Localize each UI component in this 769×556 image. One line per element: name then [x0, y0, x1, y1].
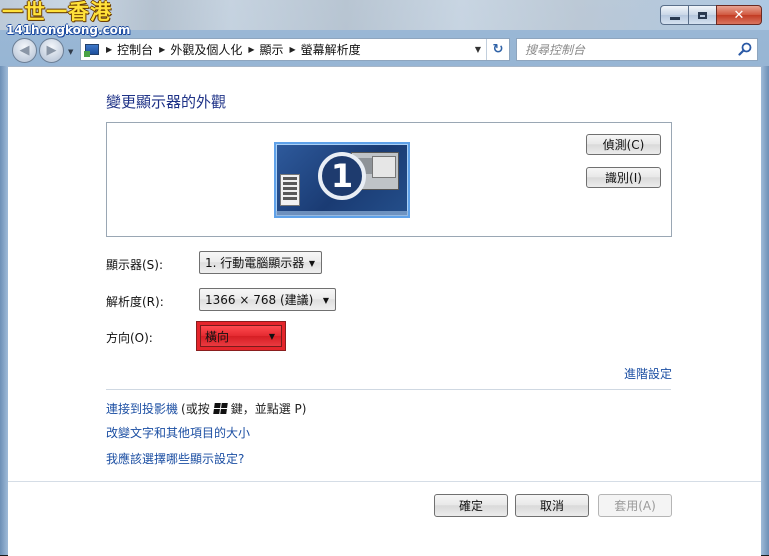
refresh-button[interactable]: ↻ — [486, 39, 509, 60]
display-select-value: 1. 行動電腦顯示器 — [205, 256, 305, 270]
orientation-select-value: 橫向 — [205, 329, 230, 344]
orientation-highlight: 橫向 ▼ — [196, 321, 286, 351]
watermark-title: 一世一香港 — [2, 0, 112, 24]
monitor-desktop-sidebar — [280, 174, 300, 206]
minimize-icon — [669, 16, 680, 20]
monitor-1[interactable]: 1 — [274, 142, 410, 218]
display-preview: 1 偵測(C) 識別(I) — [106, 122, 672, 237]
monitor-taskbar — [276, 211, 408, 216]
cancel-button[interactable]: 取消 — [515, 494, 589, 517]
address-bar[interactable]: ▶ 控制台 ▶ 外觀及個人化 ▶ 顯示 ▶ 螢幕解析度 ▼ ↻ — [80, 38, 510, 61]
advanced-settings-link[interactable]: 進階設定 — [624, 365, 672, 382]
orientation-label: 方向(O): — [106, 331, 153, 345]
chevron-down-icon: ▼ — [268, 332, 275, 341]
resolution-select[interactable]: 1366 × 768 (建議) ▼ — [199, 288, 336, 311]
maximize-button[interactable] — [688, 5, 716, 25]
breadcrumb-display[interactable]: 顯示 — [260, 41, 284, 58]
apply-button[interactable]: 套用(A) — [598, 494, 672, 517]
chevron-down-icon: ▼ — [308, 259, 315, 268]
window-border-right — [761, 66, 769, 555]
chevron-down-icon: ▼ — [322, 296, 329, 305]
footer-divider — [8, 481, 761, 482]
chevron-right-icon[interactable]: ▶ — [106, 45, 112, 54]
breadcrumb-screen-resolution[interactable]: 螢幕解析度 — [301, 41, 361, 58]
identify-button[interactable]: 識別(I) — [586, 167, 661, 188]
breadcrumb-appearance[interactable]: 外觀及個人化 — [170, 41, 242, 58]
caption-buttons: ✕ — [660, 5, 762, 25]
maximize-icon — [698, 11, 707, 19]
resolution-select-value: 1366 × 768 (建議) — [205, 293, 314, 307]
refresh-icon: ↻ — [492, 42, 504, 57]
back-button[interactable]: ◀ — [12, 38, 37, 63]
connect-projector-link[interactable]: 連接到投影機 — [106, 400, 178, 417]
resolution-label: 解析度(R): — [106, 295, 164, 309]
page-title: 變更顯示器的外觀 — [106, 93, 227, 111]
search-box[interactable] — [516, 38, 758, 61]
forward-button[interactable]: ▶ — [39, 38, 64, 63]
content-pane: 變更顯示器的外觀 1 偵測(C) 識別(I) 顯示器(S): 1. 行動電腦顯示… — [8, 66, 761, 556]
forward-arrow-icon: ▶ — [46, 43, 57, 58]
text-size-link[interactable]: 改變文字和其他項目的大小 — [106, 424, 250, 441]
chevron-right-icon[interactable]: ▶ — [248, 45, 254, 54]
control-panel-icon — [84, 43, 100, 57]
projector-row: 連接到投影機 (或按 鍵，並點選 P) — [106, 400, 306, 417]
minimize-button[interactable] — [660, 5, 688, 25]
projector-note-prefix: (或按 — [181, 402, 210, 416]
search-icon[interactable] — [738, 42, 752, 56]
orientation-select[interactable]: 橫向 ▼ — [200, 325, 282, 347]
ok-button[interactable]: 確定 — [434, 494, 508, 517]
chevron-right-icon[interactable]: ▶ — [290, 45, 296, 54]
watermark-subtitle: 141hongkong.com — [6, 23, 131, 37]
breadcrumb-control-panel[interactable]: 控制台 — [117, 41, 153, 58]
nav-buttons: ◀ ▶ ▼ — [12, 38, 73, 63]
monitor-number-badge: 1 — [318, 152, 366, 200]
display-select[interactable]: 1. 行動電腦顯示器 ▼ — [199, 251, 322, 274]
close-button[interactable]: ✕ — [716, 5, 762, 25]
display-label: 顯示器(S): — [106, 258, 164, 272]
recent-pages-dropdown-icon[interactable]: ▼ — [68, 48, 73, 63]
search-input[interactable] — [523, 41, 727, 58]
address-dropdown-icon[interactable]: ▼ — [475, 45, 481, 54]
windows-logo-icon — [212, 403, 228, 414]
which-settings-link[interactable]: 我應該選擇哪些顯示設定? — [106, 450, 244, 467]
window-border-left — [0, 66, 8, 555]
close-icon: ✕ — [733, 7, 745, 23]
watermark-logo: 一世一香港 141hongkong.com — [2, 0, 130, 37]
divider — [106, 389, 671, 390]
back-arrow-icon: ◀ — [19, 43, 30, 58]
detect-button[interactable]: 偵測(C) — [586, 134, 661, 155]
projector-note-suffix: 鍵，並點選 P) — [230, 402, 307, 416]
chevron-right-icon[interactable]: ▶ — [159, 45, 165, 54]
